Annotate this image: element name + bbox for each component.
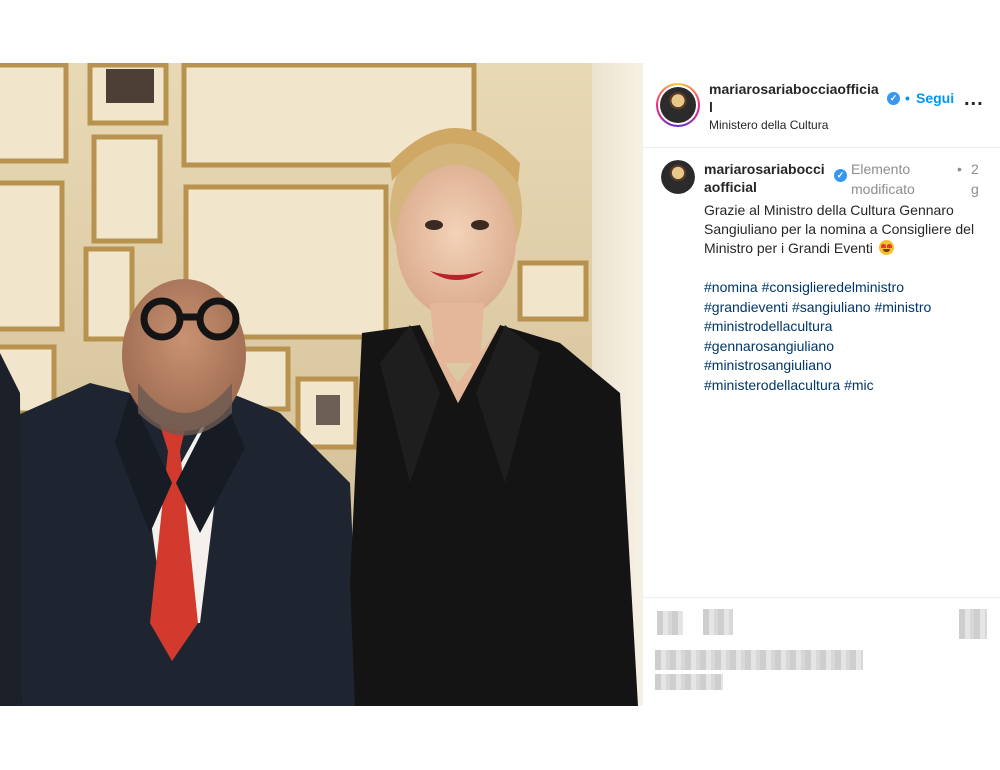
hashtag-link[interactable]: #mic bbox=[844, 377, 874, 393]
post-header: mariarosariabocciaofficia l ✓ • Segui ..… bbox=[643, 63, 1000, 148]
edited-line-2: modificato bbox=[851, 181, 915, 197]
hashtag-link[interactable]: #gennarosangiuliano bbox=[704, 338, 834, 354]
hashtag-link[interactable]: #ministrodellacultura bbox=[704, 318, 832, 334]
time-line-1: 2 bbox=[971, 161, 979, 177]
caption-username[interactable]: mariarosariabocci aofficial bbox=[704, 160, 825, 196]
username-line-1: mariarosariabocciaofficia bbox=[709, 81, 879, 97]
likes-count-blurred bbox=[655, 650, 863, 670]
post-footer bbox=[643, 597, 1000, 707]
author-avatar[interactable] bbox=[656, 83, 700, 127]
hashtag-link[interactable]: #consiglieredelministro bbox=[762, 279, 904, 295]
hashtag-link[interactable]: #nomina bbox=[704, 279, 758, 295]
caption-area: mariarosariabocci aofficial ✓ Elemento m… bbox=[643, 148, 1000, 596]
like-icon-blurred[interactable] bbox=[657, 611, 683, 635]
caption-verified-badge-icon: ✓ bbox=[834, 169, 847, 182]
comment-icon-blurred[interactable] bbox=[703, 609, 733, 635]
more-options-icon[interactable]: ... bbox=[964, 89, 984, 109]
hashtag-link[interactable]: #ministrosangiuliano bbox=[704, 357, 832, 373]
save-icon-blurred[interactable] bbox=[959, 609, 987, 639]
time-line-2: g bbox=[971, 181, 979, 197]
edited-line-1: Elemento bbox=[851, 161, 911, 177]
hashtag-link[interactable]: #ministro bbox=[874, 299, 931, 315]
post-photo[interactable] bbox=[0, 63, 642, 706]
time-separator: • bbox=[957, 161, 962, 177]
verified-badge-icon: ✓ bbox=[887, 92, 900, 105]
separator-dot: • bbox=[905, 90, 910, 106]
caption-text-block: Grazie al Ministro della Cultura Gennaro… bbox=[704, 201, 990, 258]
caption-text: Grazie al Ministro della Cultura Gennaro… bbox=[704, 202, 975, 256]
follow-button[interactable]: Segui bbox=[916, 89, 954, 107]
caption-username-line-1: mariarosariabocci bbox=[704, 161, 825, 177]
hashtag-link[interactable]: #grandieventi bbox=[704, 299, 788, 315]
caption-avatar[interactable] bbox=[661, 160, 695, 194]
post-time[interactable]: 2 g bbox=[971, 159, 979, 199]
post-side-panel: mariarosariabocciaofficia l ✓ • Segui ..… bbox=[642, 63, 1000, 706]
hashtag-link[interactable]: #sangiuliano bbox=[792, 299, 871, 315]
caption-username-line-2: aofficial bbox=[704, 179, 757, 195]
date-blurred bbox=[655, 674, 723, 690]
instagram-post: mariarosariabocciaofficia l ✓ • Segui ..… bbox=[0, 63, 1000, 706]
heart-eyes-emoji-icon bbox=[878, 240, 894, 255]
edited-label: Elemento modificato bbox=[851, 159, 915, 199]
hashtag-link[interactable]: #ministerodellacultura bbox=[704, 377, 840, 393]
photo-illustration bbox=[0, 63, 642, 706]
hashtag-list: #nomina #consiglieredelministro #grandie… bbox=[704, 278, 994, 396]
author-username[interactable]: mariarosariabocciaofficia l bbox=[709, 80, 879, 116]
username-line-2: l bbox=[709, 99, 713, 115]
post-location[interactable]: Ministero della Cultura bbox=[709, 117, 828, 133]
